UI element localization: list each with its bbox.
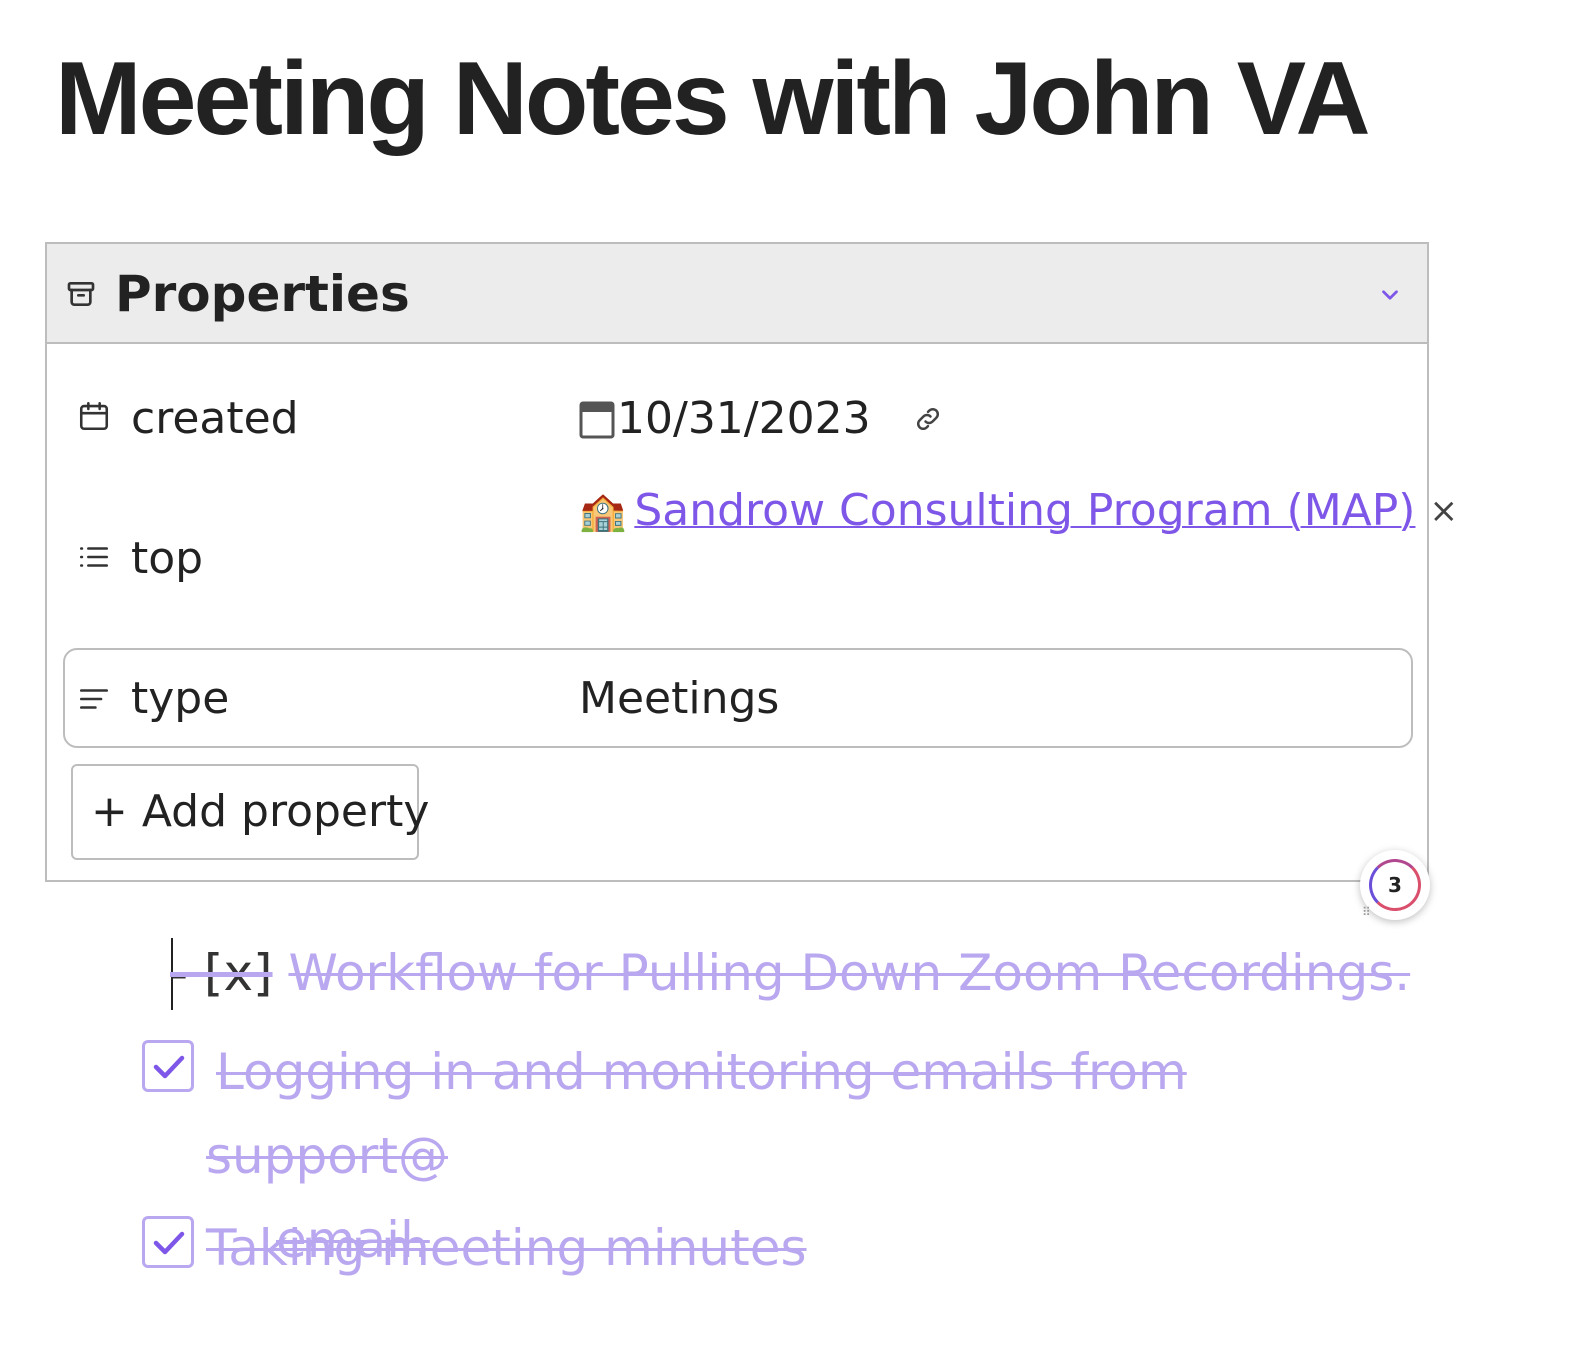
- raw-task-prefix: - [x]: [170, 944, 273, 1002]
- task-checkbox[interactable]: [142, 1040, 194, 1092]
- raw-task-text: Workflow for Pulling Down Zoom Recording…: [288, 944, 1411, 1002]
- task-text[interactable]: Taking meeting minutes: [206, 1206, 1386, 1290]
- property-value-type[interactable]: Meetings: [579, 674, 779, 724]
- add-property-button[interactable]: + Add property: [71, 764, 429, 860]
- created-date[interactable]: 10/31/2023: [617, 394, 871, 444]
- badge-count: 3: [1369, 859, 1421, 911]
- properties-panel: Properties created 10/31/2023 top 🏫 Sand…: [45, 242, 1458, 882]
- school-icon: 🏫: [579, 489, 627, 533]
- text-lines-icon: [79, 689, 109, 709]
- page: Meeting Notes with John VA Properties cr…: [0, 0, 1584, 1362]
- link-icon[interactable]: [913, 404, 943, 434]
- calendar-icon: [79, 401, 109, 431]
- property-row-type[interactable]: type Meetings: [63, 648, 1413, 748]
- list-icon: [79, 547, 109, 567]
- checkmark-icon: [153, 1055, 185, 1079]
- raw-task-line[interactable]: - [x] Workflow for Pulling Down Zoom Rec…: [170, 940, 1410, 1006]
- archive-icon: [67, 282, 95, 306]
- task-checkbox[interactable]: [142, 1216, 194, 1268]
- property-row-created: created 10/31/2023: [63, 374, 1413, 464]
- property-key-created[interactable]: created: [131, 394, 299, 444]
- remove-link-icon[interactable]: ×: [1429, 486, 1458, 536]
- drag-handle-icon[interactable]: ⠿: [1362, 906, 1371, 918]
- property-value-top: 🏫 Sandrow Consulting Program (MAP) ×: [579, 486, 1458, 536]
- property-value-created[interactable]: 10/31/2023: [579, 394, 943, 444]
- chevron-down-icon[interactable]: [1377, 282, 1403, 308]
- linked-note-link[interactable]: Sandrow Consulting Program (MAP): [634, 486, 1415, 536]
- checkmark-icon: [153, 1231, 185, 1255]
- task-text-line-1: Logging in and monitoring emails from su…: [206, 1043, 1187, 1185]
- property-row-top: top 🏫 Sandrow Consulting Program (MAP) ×: [63, 476, 1458, 636]
- page-title[interactable]: Meeting Notes with John VA: [55, 42, 1371, 157]
- task-text-line: Taking meeting minutes: [206, 1219, 807, 1277]
- notification-badge[interactable]: 3 ⠿: [1360, 850, 1430, 920]
- properties-header[interactable]: Properties: [47, 244, 1427, 344]
- property-key-top[interactable]: top: [131, 534, 203, 584]
- date-picker-icon[interactable]: [579, 399, 615, 439]
- properties-heading: Properties: [115, 265, 410, 323]
- property-key-type[interactable]: type: [131, 674, 229, 724]
